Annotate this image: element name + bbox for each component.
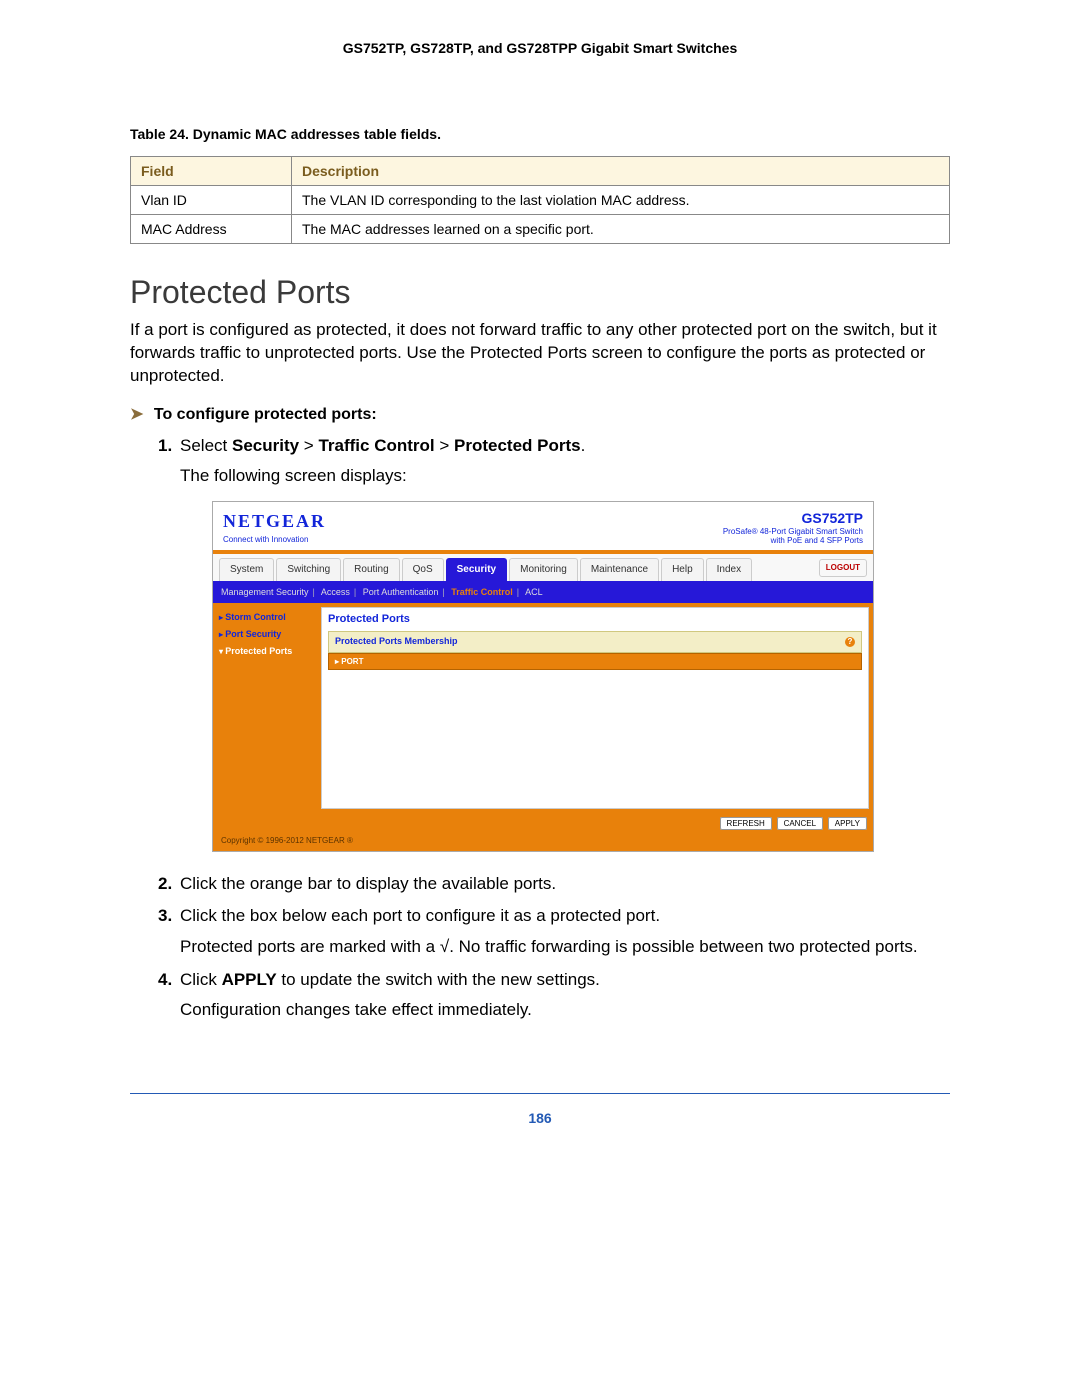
nav-sep: >	[435, 436, 454, 455]
nav-protected-ports: Protected Ports	[454, 436, 581, 455]
logout-button[interactable]: LOGOUT	[819, 559, 867, 577]
step-number: 2.	[158, 872, 172, 897]
step-number: 1.	[158, 434, 172, 459]
sidebar: Storm Control Port Security Protected Po…	[213, 603, 321, 813]
refresh-button[interactable]: REFRESH	[720, 817, 772, 830]
help-icon[interactable]: ?	[845, 637, 855, 647]
table-row: Vlan ID The VLAN ID corresponding to the…	[131, 186, 950, 215]
model-number: GS752TP	[723, 508, 863, 528]
page-number: 186	[130, 1093, 950, 1126]
main-tabs: System Switching Routing QoS Security Mo…	[213, 554, 873, 584]
nav-traffic-control: Traffic Control	[318, 436, 434, 455]
main-panel: Protected Ports Protected Ports Membersh…	[321, 607, 869, 809]
model-description: with PoE and 4 SFP Ports	[723, 537, 863, 546]
screenshot-footer: REFRESH CANCEL APPLY	[213, 813, 873, 834]
port-expand-bar[interactable]: PORT	[328, 653, 862, 671]
brand-tagline: Connect with Innovation	[223, 534, 326, 546]
tab-index[interactable]: Index	[706, 558, 752, 582]
cell-field: Vlan ID	[131, 186, 292, 215]
procedure-heading: ➤ To configure protected ports:	[130, 404, 950, 424]
table-header-field: Field	[131, 157, 292, 186]
copyright-text: Copyright © 1996-2012 NETGEAR ®	[213, 833, 873, 851]
tab-monitoring[interactable]: Monitoring	[509, 558, 578, 582]
embedded-screenshot: NETGEAR Connect with Innovation GS752TP …	[212, 501, 874, 852]
step-1: 1. Select Security > Traffic Control > P…	[158, 434, 950, 852]
checkmark-icon: √	[440, 937, 449, 956]
procedure-heading-text: To configure protected ports:	[154, 406, 377, 423]
tab-help[interactable]: Help	[661, 558, 704, 582]
tab-switching[interactable]: Switching	[276, 558, 341, 582]
apply-label: APPLY	[222, 970, 277, 989]
panel-header-text: Protected Ports Membership	[335, 635, 458, 648]
tab-security[interactable]: Security	[446, 558, 507, 582]
panel-title: Protected Ports	[328, 612, 862, 628]
intro-paragraph: If a port is configured as protected, it…	[130, 319, 950, 388]
sidebar-item-storm-control[interactable]: Storm Control	[217, 609, 317, 626]
cell-description: The VLAN ID corresponding to the last vi…	[292, 186, 950, 215]
step-text: Select	[180, 436, 232, 455]
step-text: Click	[180, 970, 222, 989]
step-number: 4.	[158, 968, 172, 993]
step-4: 4. Click APPLY to update the switch with…	[158, 968, 950, 1023]
tab-system[interactable]: System	[219, 558, 274, 582]
nav-sep: >	[299, 436, 318, 455]
subnav-item[interactable]: Port Authentication	[363, 587, 439, 597]
step-text: Configuration changes take effect immedi…	[180, 998, 950, 1023]
step-text: .	[581, 436, 586, 455]
subnav-item[interactable]: Access	[321, 587, 350, 597]
tab-qos[interactable]: QoS	[402, 558, 444, 582]
tab-maintenance[interactable]: Maintenance	[580, 558, 659, 582]
step-number: 3.	[158, 904, 172, 929]
section-title: Protected Ports	[130, 274, 950, 311]
step-3: 3. Click the box below each port to conf…	[158, 904, 950, 959]
panel-header: Protected Ports Membership ?	[328, 631, 862, 652]
subnav-item[interactable]: ACL	[525, 587, 543, 597]
tab-routing[interactable]: Routing	[343, 558, 399, 582]
sidebar-item-protected-ports[interactable]: Protected Ports	[217, 643, 317, 660]
step-text: The following screen displays:	[180, 464, 950, 489]
step-text: . No traffic forwarding is possible betw…	[449, 937, 917, 956]
step-text: to update the switch with the new settin…	[277, 970, 600, 989]
step-text: Protected ports are marked with a	[180, 937, 440, 956]
step-text: Click the orange bar to display the avai…	[180, 872, 950, 897]
subnav-item-active[interactable]: Traffic Control	[451, 587, 513, 597]
cell-field: MAC Address	[131, 215, 292, 244]
nav-security: Security	[232, 436, 299, 455]
table-caption: Table 24. Dynamic MAC addresses table fi…	[130, 126, 950, 142]
sidebar-item-port-security[interactable]: Port Security	[217, 626, 317, 643]
fields-table: Field Description Vlan ID The VLAN ID co…	[130, 156, 950, 244]
subnav-item[interactable]: Management Security	[221, 587, 309, 597]
sub-nav: Management Security| Access| Port Authen…	[213, 583, 873, 602]
table-row: MAC Address The MAC addresses learned on…	[131, 215, 950, 244]
document-header: GS752TP, GS728TP, and GS728TPP Gigabit S…	[130, 40, 950, 56]
chevron-right-icon: ➤	[130, 406, 143, 423]
table-header-description: Description	[292, 157, 950, 186]
step-text: Click the box below each port to configu…	[180, 904, 950, 929]
step-2: 2. Click the orange bar to display the a…	[158, 872, 950, 897]
cancel-button[interactable]: CANCEL	[777, 817, 823, 830]
apply-button[interactable]: APPLY	[828, 817, 867, 830]
brand-logo: NETGEAR	[223, 511, 326, 531]
cell-description: The MAC addresses learned on a specific …	[292, 215, 950, 244]
